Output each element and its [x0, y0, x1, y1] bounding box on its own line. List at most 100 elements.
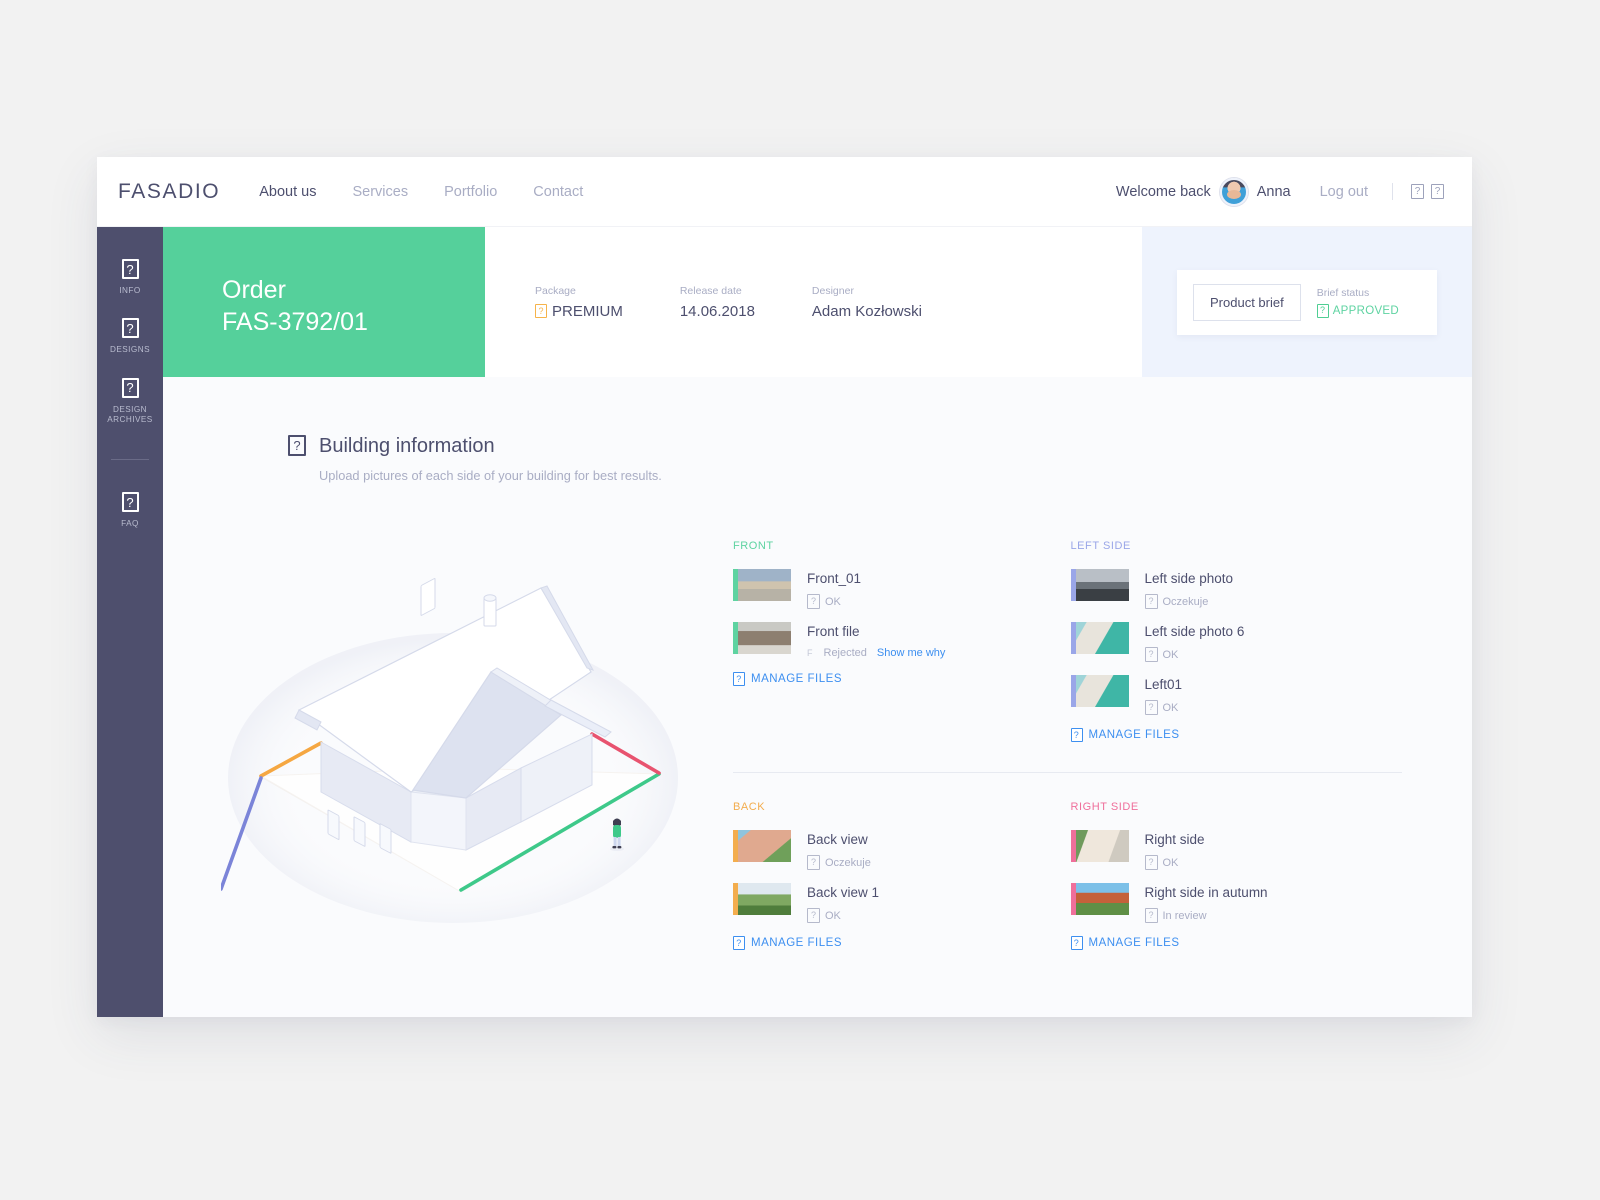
thumbnail[interactable] — [733, 830, 791, 862]
sidebar-item-designs[interactable]: ? DESIGNS — [97, 306, 163, 365]
logout-button[interactable]: Log out — [1320, 184, 1368, 200]
sidebar-divider — [111, 459, 149, 460]
nav-item-services[interactable]: Services — [346, 180, 414, 204]
brief-card: Product brief Brief status ? APPROVED — [1177, 269, 1437, 335]
panel-back: BACK Back view ? Oczekuje Back view 1 ? … — [733, 801, 1065, 966]
thumbnail[interactable] — [733, 883, 791, 915]
sidebar-item-design-archives[interactable]: ? DESIGN ARCHIVES — [97, 366, 163, 436]
file-status: ? Oczekuje — [807, 855, 871, 870]
meta-value-text: 14.06.2018 — [679, 302, 755, 320]
meta-designer: Designer Adam Kozłowski — [812, 285, 922, 320]
notification-icon[interactable]: ? — [1431, 184, 1444, 199]
list-item[interactable]: Front_01 ? OK — [733, 569, 1065, 609]
side-color-bar — [733, 883, 738, 915]
file-status: ? OK — [807, 908, 879, 923]
list-item[interactable]: Back view ? Oczekuje — [733, 830, 1065, 870]
sidebar-item-faq[interactable]: ? FAQ — [97, 480, 163, 539]
brand-logo[interactable]: FASADIO — [118, 180, 220, 204]
status-text: In review — [1162, 909, 1207, 922]
thumbnail[interactable] — [1070, 569, 1129, 601]
order-header-strip: Order FAS-3792/01 Package ? PREMIUM Rele… — [163, 227, 1472, 377]
primary-nav: About us Services Portfolio Contact — [253, 180, 589, 204]
list-item[interactable]: Right side in autumn ? In review — [1070, 883, 1403, 923]
nav-item-about-us[interactable]: About us — [253, 180, 322, 204]
status-text: Oczekuje — [825, 856, 871, 869]
side-color-bar — [1070, 569, 1076, 601]
side-color-bar — [1070, 622, 1076, 654]
page-subtitle: Upload pictures of each side of your bui… — [319, 468, 662, 483]
panel-title: RIGHT SIDE — [1070, 801, 1139, 813]
status-text: OK — [1162, 648, 1179, 661]
thumbnail[interactable] — [733, 569, 791, 601]
panel-front: FRONT Front_01 ? OK Front file F Rejecte… — [733, 540, 1065, 758]
file-name: Front_01 — [807, 571, 862, 586]
brief-status-value: APPROVED — [1332, 304, 1400, 317]
thumbnail[interactable] — [1070, 675, 1129, 707]
manage-files-button-right-side[interactable]: ? MANAGE FILES — [1070, 936, 1403, 950]
file-name: Left side photo — [1144, 571, 1234, 586]
file-panels: FRONT Front_01 ? OK Front file F Rejecte… — [733, 540, 1472, 966]
list-item[interactable]: Left01 ? OK — [1070, 675, 1403, 715]
show-me-why-link[interactable]: Show me why — [877, 647, 945, 659]
nav-divider — [1392, 183, 1393, 200]
approved-icon: ? — [1316, 303, 1329, 318]
product-brief-button[interactable]: Product brief — [1193, 283, 1301, 321]
thumbnail[interactable] — [1070, 830, 1129, 862]
status-icon: ? — [1144, 700, 1158, 715]
list-item[interactable]: Left side photo 6 ? OK — [1070, 622, 1403, 662]
order-heading: Order — [222, 276, 286, 304]
content-canvas: ? Building information Upload pictures o… — [163, 377, 1472, 1017]
file-info: Left side photo ? Oczekuje — [1144, 569, 1234, 609]
file-name: Left01 — [1144, 677, 1183, 692]
thumbnail[interactable] — [733, 622, 791, 654]
file-name: Right side — [1144, 832, 1205, 847]
avatar[interactable] — [1219, 177, 1248, 206]
manage-files-button-left-side[interactable]: ? MANAGE FILES — [1070, 728, 1403, 742]
main-content: Order FAS-3792/01 Package ? PREMIUM Rele… — [163, 227, 1472, 1017]
sidebar-item-info[interactable]: ? INFO — [97, 247, 163, 306]
panel-title: BACK — [733, 801, 766, 813]
list-item[interactable]: Right side ? OK — [1070, 830, 1403, 870]
status-icon: ? — [1144, 594, 1158, 609]
list-item[interactable]: Left side photo ? Oczekuje — [1070, 569, 1403, 609]
list-item[interactable]: Back view 1 ? OK — [733, 883, 1065, 923]
side-color-bar — [1070, 830, 1076, 862]
info-icon: ? — [121, 259, 139, 279]
isometric-house-illustration — [163, 540, 733, 966]
file-status: ? In review — [1144, 908, 1268, 923]
manage-files-icon: ? — [733, 936, 745, 950]
meta-value-text: PREMIUM — [552, 302, 623, 320]
designs-icon: ? — [121, 318, 139, 339]
meta-label: Release date — [679, 284, 742, 297]
panel-left-side: LEFT SIDE Left side photo ? Oczekuje Lef… — [1070, 540, 1403, 758]
list-item[interactable]: Front file F Rejected Show me why — [733, 622, 1065, 659]
file-info: Left01 ? OK — [1144, 675, 1183, 715]
page-title: Building information — [319, 435, 495, 457]
file-name: Left side photo 6 — [1144, 624, 1245, 639]
meta-package: Package ? PREMIUM — [535, 285, 623, 320]
side-color-bar — [1070, 883, 1076, 915]
status-badge: ? APPROVED — [1316, 303, 1400, 318]
help-icon[interactable]: ? — [1411, 184, 1424, 199]
manage-files-label: MANAGE FILES — [1088, 937, 1180, 949]
user-name[interactable]: Anna — [1257, 184, 1291, 200]
file-info: Front_01 ? OK — [807, 569, 861, 609]
nav-icon-group: ? ? — [1411, 184, 1444, 199]
status-icon: ? — [807, 908, 820, 923]
nav-item-contact[interactable]: Contact — [527, 180, 589, 204]
thumbnail[interactable] — [1070, 622, 1129, 654]
thumbnail[interactable] — [1070, 883, 1129, 915]
manage-files-button-front[interactable]: ? MANAGE FILES — [733, 672, 1065, 686]
manage-files-button-back[interactable]: ? MANAGE FILES — [733, 936, 1065, 950]
status-text: Oczekuje — [1162, 595, 1209, 608]
file-name: Back view — [807, 832, 868, 847]
user-area: Welcome back Anna Log out ? ? — [1116, 177, 1472, 206]
sidebar-item-label: FAQ — [121, 519, 139, 528]
app-body: ? INFO ? DESIGNS ? DESIGN ARCHIVES ? FAQ — [97, 227, 1472, 1017]
manage-files-icon: ? — [1070, 728, 1083, 742]
file-name: Front file — [807, 624, 860, 639]
file-info: Left side photo 6 ? OK — [1144, 622, 1245, 662]
status-icon: ? — [1144, 855, 1158, 870]
sidebar-item-label: DESIGNS — [109, 345, 150, 355]
nav-item-portfolio[interactable]: Portfolio — [438, 180, 503, 204]
